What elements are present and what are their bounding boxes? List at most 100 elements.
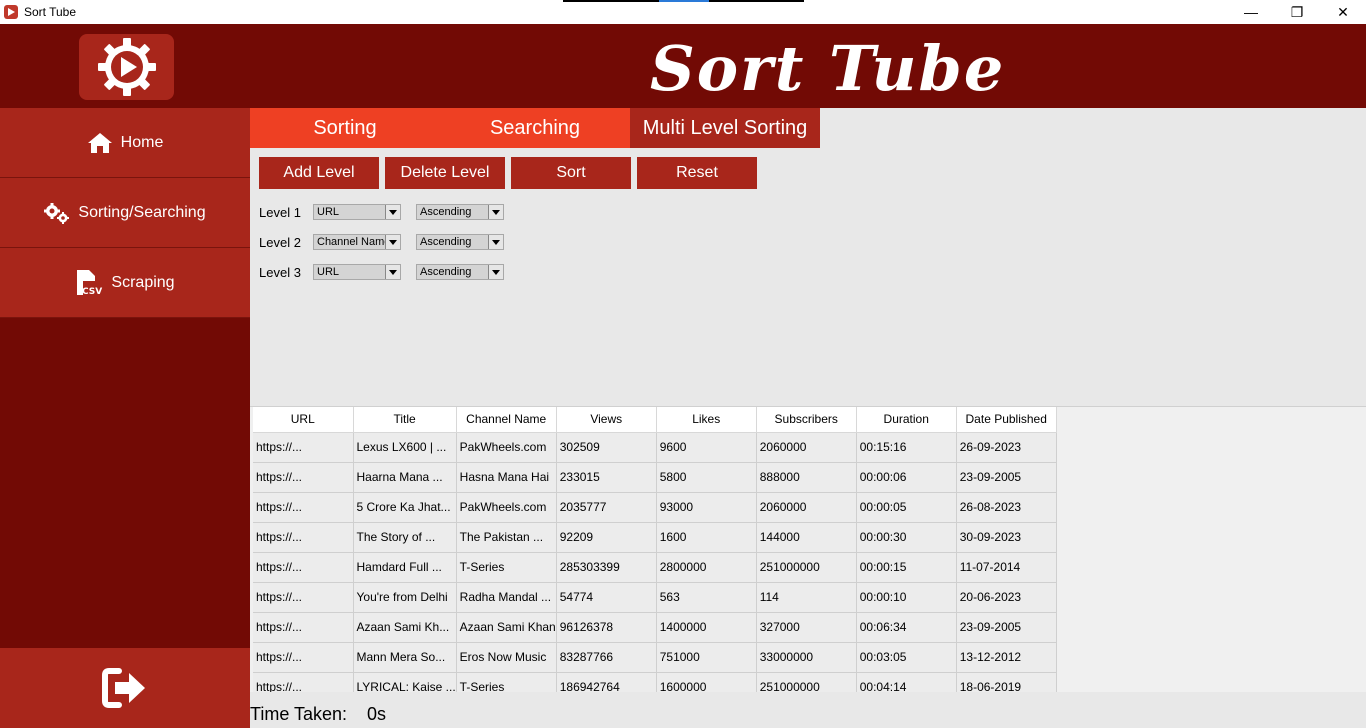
table-cell[interactable]: LYRICAL: Kaise ... — [353, 672, 457, 692]
close-button[interactable]: ✕ — [1320, 0, 1366, 24]
table-cell[interactable]: 96126378 — [556, 612, 657, 643]
table-cell[interactable]: 1400000 — [656, 612, 757, 643]
table-row[interactable]: https://... Lexus LX600 | ... PakWheels.co… — [253, 432, 1057, 463]
level-order-select[interactable]: Ascending — [416, 264, 504, 280]
table-cell[interactable]: 563 — [656, 582, 757, 613]
table-cell[interactable]: 18-06-2019 — [956, 672, 1057, 692]
table-cell[interactable]: 251000000 — [756, 552, 857, 583]
table-cell[interactable]: PakWheels.com — [456, 492, 557, 523]
sidebar-item-home[interactable]: Home — [0, 108, 250, 178]
table-row[interactable]: https://... 5 Crore Ka Jhat... PakWheels.c… — [253, 492, 1057, 523]
table-cell[interactable]: 2800000 — [656, 552, 757, 583]
table-cell[interactable]: 186942764 — [556, 672, 657, 692]
table-cell[interactable]: You're from Delhi — [353, 582, 457, 613]
table-cell[interactable]: 00:00:30 — [856, 522, 957, 553]
table-cell[interactable]: 00:15:16 — [856, 432, 957, 463]
table-cell[interactable]: 00:00:15 — [856, 552, 957, 583]
column-header[interactable]: Channel Name — [456, 407, 557, 433]
table-cell[interactable]: https://... — [253, 582, 354, 613]
column-header[interactable]: Likes — [656, 407, 757, 433]
table-cell[interactable]: Haarna Mana ... — [353, 462, 457, 493]
table-cell[interactable]: 114 — [756, 582, 857, 613]
sort-button[interactable]: Sort — [511, 157, 631, 189]
table-cell[interactable]: 00:04:14 — [856, 672, 957, 692]
table-cell[interactable]: 00:00:06 — [856, 462, 957, 493]
column-header[interactable]: Duration — [856, 407, 957, 433]
delete-level-button[interactable]: Delete Level — [385, 157, 505, 189]
table-cell[interactable]: Mann Mera So... — [353, 642, 457, 673]
table-cell[interactable]: 83287766 — [556, 642, 657, 673]
table-cell[interactable]: Radha Mandal ... — [456, 582, 557, 613]
table-row[interactable]: https://... You're from Delhi Radha Mandal… — [253, 582, 1057, 613]
table-cell[interactable]: 9600 — [656, 432, 757, 463]
table-cell[interactable]: 54774 — [556, 582, 657, 613]
table-cell[interactable]: The Story of ... — [353, 522, 457, 553]
table-row[interactable]: https://... Azaan Sami Kh... Azaan Sami Kh… — [253, 612, 1057, 643]
table-cell[interactable]: https://... — [253, 672, 354, 692]
table-cell[interactable]: 26-08-2023 — [956, 492, 1057, 523]
sidebar-item-sorting-searching[interactable]: Sorting/Searching — [0, 178, 250, 248]
table-cell[interactable]: PakWheels.com — [456, 432, 557, 463]
add-level-button[interactable]: Add Level — [259, 157, 379, 189]
table-row[interactable]: https://... LYRICAL: Kaise ... T-Series 186… — [253, 672, 1057, 692]
table-cell[interactable]: 1600 — [656, 522, 757, 553]
level-order-select[interactable]: Ascending — [416, 204, 504, 220]
reset-button[interactable]: Reset — [637, 157, 757, 189]
table-cell[interactable]: 233015 — [556, 462, 657, 493]
table-cell[interactable]: https://... — [253, 492, 354, 523]
table-cell[interactable]: 327000 — [756, 612, 857, 643]
table-cell[interactable]: T-Series — [456, 552, 557, 583]
table-cell[interactable]: Hamdard Full ... — [353, 552, 457, 583]
table-cell[interactable]: 92209 — [556, 522, 657, 553]
table-cell[interactable]: 144000 — [756, 522, 857, 553]
table-cell[interactable]: 1600000 — [656, 672, 757, 692]
table-cell[interactable]: Azaan Sami Kh... — [353, 612, 457, 643]
table-cell[interactable]: https://... — [253, 642, 354, 673]
column-header[interactable]: Views — [556, 407, 657, 433]
column-header[interactable]: Date Published — [956, 407, 1057, 433]
table-row[interactable]: https://... Haarna Mana ... Hasna Mana Hai… — [253, 462, 1057, 493]
table-cell[interactable]: 11-07-2014 — [956, 552, 1057, 583]
table-cell[interactable]: 00:03:05 — [856, 642, 957, 673]
table-cell[interactable]: 93000 — [656, 492, 757, 523]
table-cell[interactable]: 00:06:34 — [856, 612, 957, 643]
tab-multi-level-sorting[interactable]: Multi Level Sorting — [630, 108, 820, 148]
table-cell[interactable]: 00:00:05 — [856, 492, 957, 523]
table-cell[interactable]: 00:00:10 — [856, 582, 957, 613]
column-header[interactable]: URL — [253, 407, 354, 433]
table-cell[interactable]: https://... — [253, 432, 354, 463]
table-row[interactable]: https://... Mann Mera So... Eros Now Music… — [253, 642, 1057, 673]
results-table-container[interactable]: URL Title Channel Name Views Likes Subscriber… — [250, 406, 1366, 692]
logout-button[interactable] — [0, 648, 250, 728]
tab-sorting[interactable]: Sorting — [250, 108, 440, 148]
table-cell[interactable]: The Pakistan ... — [456, 522, 557, 553]
table-cell[interactable]: 251000000 — [756, 672, 857, 692]
maximize-button[interactable]: ❐ — [1274, 0, 1320, 24]
table-cell[interactable]: 23-09-2005 — [956, 612, 1057, 643]
column-header[interactable]: Subscribers — [756, 407, 857, 433]
table-cell[interactable]: 13-12-2012 — [956, 642, 1057, 673]
table-row[interactable]: https://... The Story of ... The Pakistan … — [253, 522, 1057, 553]
level-field-select[interactable]: URL — [313, 204, 401, 220]
table-cell[interactable]: 888000 — [756, 462, 857, 493]
table-cell[interactable]: 33000000 — [756, 642, 857, 673]
table-cell[interactable]: 2060000 — [756, 492, 857, 523]
table-cell[interactable]: Hasna Mana Hai — [456, 462, 557, 493]
table-cell[interactable]: 2060000 — [756, 432, 857, 463]
tab-searching[interactable]: Searching — [440, 108, 630, 148]
table-cell[interactable]: Azaan Sami Khan — [456, 612, 557, 643]
table-cell[interactable]: https://... — [253, 462, 354, 493]
table-cell[interactable]: 5 Crore Ka Jhat... — [353, 492, 457, 523]
table-cell[interactable]: Lexus LX600 | ... — [353, 432, 457, 463]
table-cell[interactable]: 30-09-2023 — [956, 522, 1057, 553]
table-cell[interactable]: https://... — [253, 552, 354, 583]
level-field-select[interactable]: Channel Name — [313, 234, 401, 250]
column-header[interactable]: Title — [353, 407, 457, 433]
table-cell[interactable]: 302509 — [556, 432, 657, 463]
level-order-select[interactable]: Ascending — [416, 234, 504, 250]
minimize-button[interactable]: — — [1228, 0, 1274, 24]
table-cell[interactable]: 20-06-2023 — [956, 582, 1057, 613]
table-cell[interactable]: 26-09-2023 — [956, 432, 1057, 463]
table-cell[interactable]: Eros Now Music — [456, 642, 557, 673]
table-row[interactable]: https://... Hamdard Full ... T-Series 28530… — [253, 552, 1057, 583]
